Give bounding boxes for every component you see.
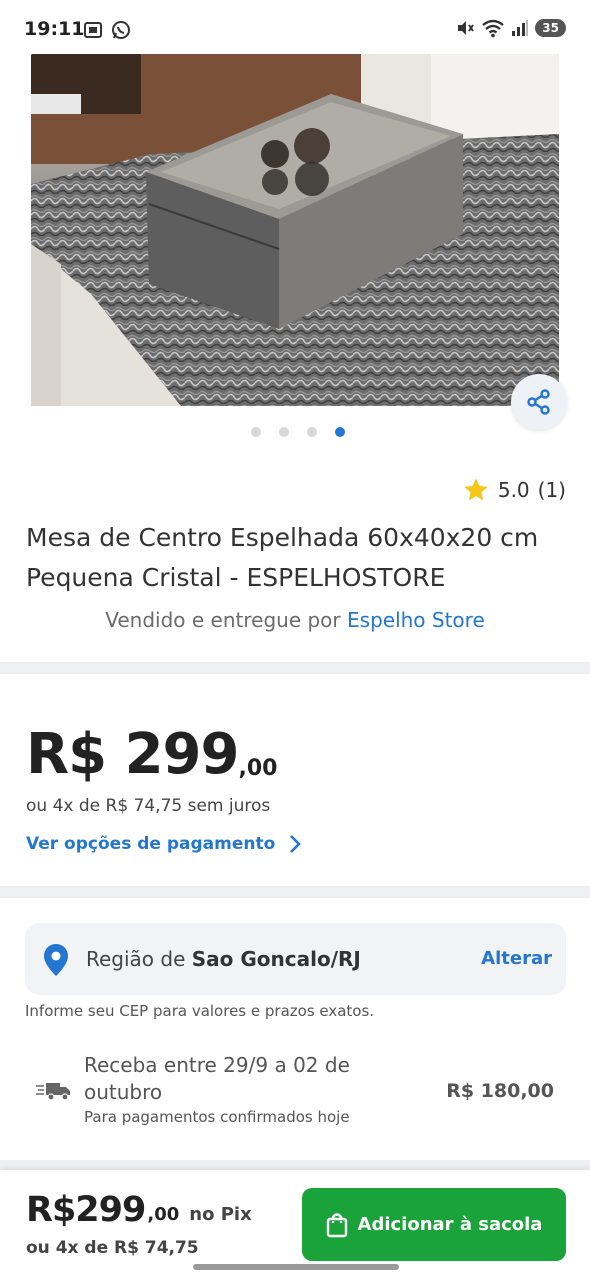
delivery-dates: Receba entre 29/9 a 02 de outubro xyxy=(84,1053,350,1104)
region-selector[interactable]: Região de Sao Goncalo/RJ Alterar xyxy=(25,923,566,995)
region-prefix: Região de xyxy=(86,947,186,971)
location-pin-icon xyxy=(44,944,68,976)
change-region-button[interactable]: Alterar xyxy=(481,948,552,969)
payment-options-link[interactable]: Ver opções de pagamento xyxy=(26,834,302,854)
mute-icon xyxy=(458,21,475,35)
signal-icon xyxy=(512,20,529,36)
product-rating[interactable]: 5.0 (1) xyxy=(462,476,566,504)
price-block: R$ 299 ,00 xyxy=(26,722,277,787)
wifi-icon xyxy=(482,19,505,38)
home-indicator[interactable] xyxy=(193,1264,399,1270)
truck-icon xyxy=(36,1083,70,1101)
price-value: R$ 299 xyxy=(26,722,239,787)
product-title: Mesa de Centro Espelhada 60x40x20 cm Peq… xyxy=(26,523,539,592)
status-right-icons: 35 xyxy=(455,18,566,38)
add-to-bag-button[interactable]: Adicionar à sacola xyxy=(302,1188,566,1261)
gallery-dot[interactable] xyxy=(307,427,317,437)
star-icon xyxy=(464,478,488,501)
status-left-icons xyxy=(82,19,132,41)
delivery-subtext: Para pagamentos confirmados hoje xyxy=(84,1108,350,1126)
region-name: Sao Goncalo/RJ xyxy=(191,947,361,971)
cep-note: Informe seu CEP para valores e prazos ex… xyxy=(25,1002,375,1020)
region-text: Região de Sao Goncalo/RJ xyxy=(86,947,361,971)
gallery-pagination xyxy=(0,427,590,437)
shipping-price: R$ 180,00 xyxy=(446,1080,554,1102)
section-divider xyxy=(0,662,590,674)
seller-prefix: Vendido e entregue por xyxy=(105,608,341,632)
gallery-dot-active[interactable] xyxy=(335,427,345,437)
chevron-right-icon xyxy=(290,835,302,853)
rating-value: 5.0 xyxy=(497,478,530,502)
share-icon xyxy=(527,389,550,415)
section-divider xyxy=(0,1160,590,1170)
pix-price: R$299 ,00 no Pix xyxy=(26,1190,252,1230)
share-button[interactable] xyxy=(511,374,567,430)
pix-price-cents: ,00 xyxy=(147,1204,180,1225)
screenshot-icon xyxy=(84,22,102,38)
seller-link[interactable]: Espelho Store xyxy=(347,608,485,632)
payment-options-label: Ver opções de pagamento xyxy=(26,834,276,854)
add-to-bag-label: Adicionar à sacola xyxy=(357,1214,543,1235)
section-divider xyxy=(0,886,590,898)
product-photo-illustration xyxy=(31,54,559,406)
gallery-dot[interactable] xyxy=(279,427,289,437)
price-cents: ,00 xyxy=(238,756,278,781)
gallery-dot[interactable] xyxy=(251,427,261,437)
whatsapp-icon xyxy=(112,21,130,39)
status-time: 19:11 xyxy=(24,18,85,40)
shopping-bag-icon xyxy=(326,1212,347,1237)
battery-icon: 35 xyxy=(535,19,566,37)
seller-info: Vendido e entregue por Espelho Store xyxy=(0,608,590,632)
rating-count: (1) xyxy=(537,478,566,502)
product-image[interactable] xyxy=(31,54,559,406)
pix-price-value: R$299 xyxy=(26,1190,146,1230)
installments-text: ou 4x de R$ 74,75 sem juros xyxy=(26,796,271,816)
delivery-estimate: Receba entre 29/9 a 02 de outubro Para p… xyxy=(0,1050,590,1140)
bottom-installments: ou 4x de R$ 74,75 xyxy=(26,1238,199,1258)
status-bar: 19:11 35 xyxy=(0,0,590,58)
pix-label: no Pix xyxy=(189,1204,252,1225)
